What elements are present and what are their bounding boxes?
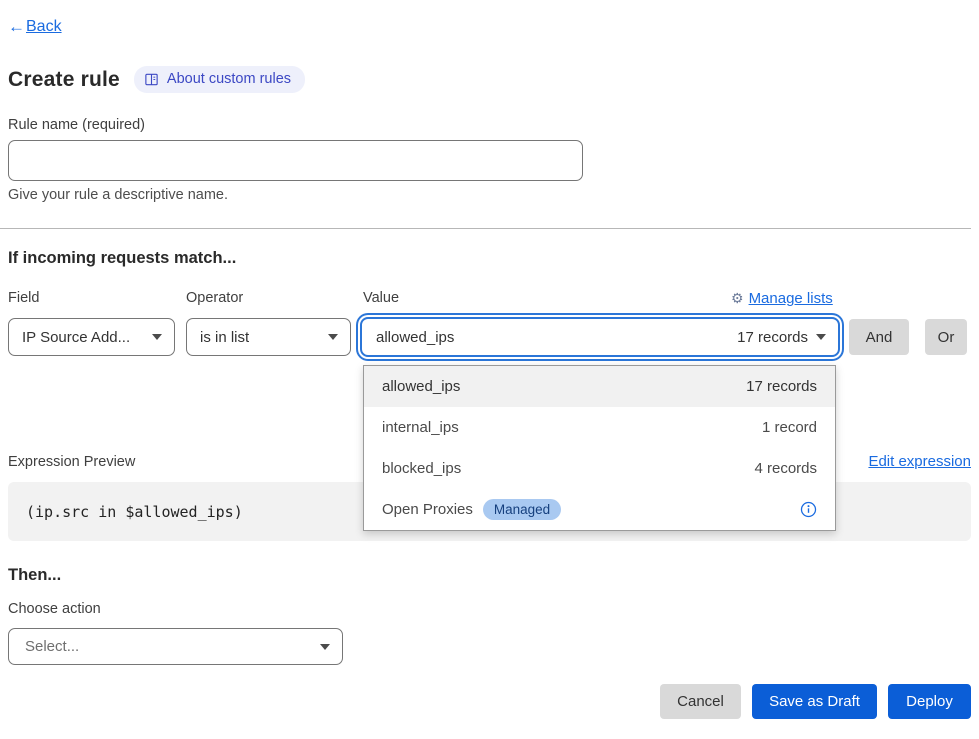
field-select-value: IP Source Add... (22, 329, 130, 346)
create-rule-page: ←Back Create rule About custom rules Rul… (0, 0, 979, 739)
value-select-value: allowed_ips (376, 329, 454, 346)
rule-name-input[interactable] (8, 140, 583, 181)
managed-badge: Managed (483, 499, 561, 520)
list-item-internal-ips[interactable]: internal_ips 1 record (364, 407, 835, 448)
deploy-button[interactable]: Deploy (888, 684, 971, 719)
match-section-heading: If incoming requests match... (8, 249, 236, 268)
rule-name-label: Rule name (required) (8, 117, 145, 133)
section-divider (0, 228, 971, 229)
operator-select[interactable]: is in list (186, 318, 351, 356)
info-icon[interactable] (800, 501, 817, 518)
list-item-count: 4 records (754, 460, 817, 477)
action-select-placeholder: Select... (25, 638, 79, 655)
value-select-count: 17 records (737, 329, 808, 346)
list-item-count: 17 records (746, 378, 817, 395)
field-select[interactable]: IP Source Add... (8, 318, 175, 356)
expression-preview-label: Expression Preview (8, 454, 135, 470)
page-title: Create rule (8, 68, 120, 92)
list-item-name: allowed_ips (382, 378, 460, 395)
choose-action-label: Choose action (8, 601, 101, 617)
and-button[interactable]: And (849, 319, 909, 355)
back-link[interactable]: ←Back (8, 17, 62, 37)
list-item-name: Open Proxies (382, 501, 473, 518)
back-link-label: Back (26, 18, 62, 36)
list-item-name: internal_ips (382, 419, 459, 436)
cancel-button[interactable]: Cancel (660, 684, 741, 719)
value-label: Value (363, 290, 399, 306)
rule-name-helper: Give your rule a descriptive name. (8, 187, 228, 203)
list-item-count: 1 record (762, 419, 817, 436)
chevron-down-icon (152, 334, 162, 340)
action-select[interactable]: Select... (8, 628, 343, 665)
chevron-down-icon (816, 334, 826, 340)
about-custom-rules-label: About custom rules (167, 71, 291, 87)
manage-lists-label: Manage lists (749, 290, 833, 307)
expression-code: (ip.src in $allowed_ips) (26, 503, 243, 521)
operator-select-value: is in list (200, 329, 249, 346)
list-item-allowed-ips[interactable]: allowed_ips 17 records (364, 366, 835, 407)
list-item-blocked-ips[interactable]: blocked_ips 4 records (364, 448, 835, 489)
then-section-heading: Then... (8, 566, 61, 585)
about-custom-rules-link[interactable]: About custom rules (134, 66, 305, 93)
chevron-down-icon (328, 334, 338, 340)
value-dropdown-menu: allowed_ips 17 records internal_ips 1 re… (363, 365, 836, 531)
title-row: Create rule About custom rules (8, 66, 305, 93)
back-arrow-icon: ← (8, 17, 25, 37)
list-item-open-proxies[interactable]: Open Proxies Managed (364, 489, 835, 530)
or-button[interactable]: Or (925, 319, 967, 355)
book-icon (144, 72, 159, 87)
gear-icon: ⚙ (731, 290, 744, 307)
value-select[interactable]: allowed_ips 17 records (360, 317, 840, 357)
save-as-draft-button[interactable]: Save as Draft (752, 684, 877, 719)
field-label: Field (8, 290, 39, 306)
list-item-name: blocked_ips (382, 460, 461, 477)
chevron-down-icon (320, 644, 330, 650)
operator-label: Operator (186, 290, 243, 306)
edit-expression-link[interactable]: Edit expression (866, 453, 971, 470)
manage-lists-link[interactable]: ⚙ Manage lists (731, 290, 833, 307)
